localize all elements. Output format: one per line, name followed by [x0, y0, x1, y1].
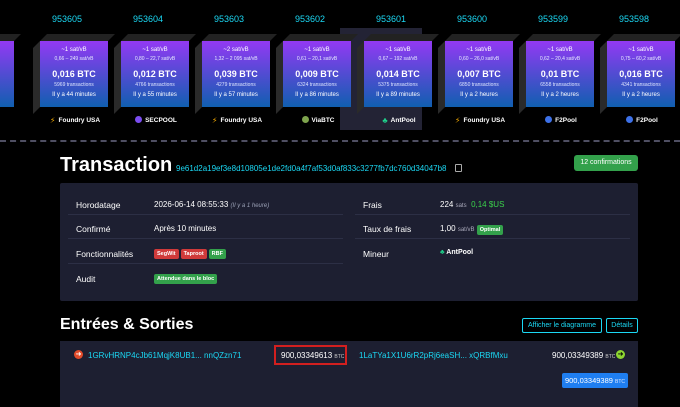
- fee-label: Frais: [363, 200, 382, 210]
- timestamp-value: 2026-06-14 08:55:33 (Il y a 1 heure): [154, 200, 270, 209]
- total-amount-button[interactable]: 900,03349389 BTC: [562, 373, 628, 388]
- block-953600[interactable]: 953600 ~1 sat/vB 0,60 – 26,0 sat/vB 0,00…: [427, 0, 520, 132]
- optimal-badge: Optimal: [476, 225, 504, 235]
- segwit-tag[interactable]: SegWit: [154, 249, 179, 259]
- input-amount: 900,03349613 BTC: [281, 351, 345, 360]
- details-button[interactable]: Détails: [606, 318, 638, 333]
- bolt-icon: ⚡: [211, 116, 218, 125]
- bolt-icon: ⚡: [49, 116, 56, 125]
- block-953603[interactable]: 953603 ~2 sat/vB 1,32 – 2 095 sat/vB 0,0…: [184, 0, 277, 132]
- block-height[interactable]: 953598: [589, 14, 679, 24]
- block-height[interactable]: 953601: [346, 14, 436, 24]
- antpool-icon: ♣: [382, 116, 388, 125]
- block-953602[interactable]: 953602 ~1 sat/vB 0,61 – 20,1 sat/vB 0,00…: [265, 0, 358, 132]
- audit-label: Audit: [76, 274, 96, 284]
- blocks-strip: 953605 ~1 sat/vB 0,66 – 249 sat/vB 0,016…: [0, 0, 680, 132]
- block-height[interactable]: 953602: [265, 14, 355, 24]
- confirmed-value: Après 10 minutes: [154, 224, 217, 233]
- block-height[interactable]: 953600: [427, 14, 517, 24]
- secpool-icon: [135, 116, 143, 123]
- input-arrow-icon[interactable]: ➜: [74, 350, 83, 359]
- antpool-icon: ♣: [440, 249, 445, 256]
- page-title: Transaction: [60, 154, 173, 176]
- block-height[interactable]: 953603: [184, 14, 274, 24]
- block-height[interactable]: 953604: [103, 14, 193, 24]
- miner-value[interactable]: ♣ AntPool: [440, 249, 473, 256]
- inputs-outputs-title: Entrées & Sorties: [60, 316, 194, 333]
- block-953599[interactable]: 953599 ~1 sat/vB 0,62 – 20,4 sat/vB 0,01…: [508, 0, 601, 132]
- f2pool-icon: [626, 116, 634, 123]
- input-address-link[interactable]: 1GRvHRNP4cJb61MqjK8UB1... nnQZzn71: [88, 351, 241, 360]
- block-953604[interactable]: 953604 ~1 sat/vB 0,80 – 22,7 sat/vB 0,01…: [103, 0, 196, 132]
- miner-label: Mineur: [363, 249, 389, 259]
- block-953605[interactable]: 953605 ~1 sat/vB 0,66 – 249 sat/vB 0,016…: [22, 0, 115, 132]
- output-arrow-icon[interactable]: ➜: [616, 350, 625, 359]
- inputs-outputs-card: ➜ 1GRvHRNP4cJb61MqjK8UB1... nnQZzn71 900…: [60, 341, 638, 407]
- fee-value: 224 sats 0,14 $US: [440, 200, 505, 209]
- block-953598[interactable]: 953598 ~1 sat/vB 0,75 – 60,2 sat/vB 0,01…: [589, 0, 680, 132]
- pool-label: F2Pool: [597, 116, 680, 124]
- features-tags: SegWit Taproot RBF: [154, 248, 228, 259]
- features-label: Fonctionnalités: [76, 249, 134, 259]
- block-height[interactable]: 953605: [22, 14, 112, 24]
- f2pool-icon: [545, 116, 553, 123]
- block-953601[interactable]: 953601 ~1 sat/vB 0,67 – 192 sat/vB 0,014…: [346, 0, 439, 132]
- output-amount: 900,03349389 BTC: [552, 351, 616, 360]
- confirmations-badge: 12 confirmations: [574, 155, 638, 171]
- transaction-hash-link[interactable]: 9e61d2a19ef3e8d10805e1de2fd0a4f7af53d0af…: [176, 164, 447, 173]
- viabtc-icon: [301, 116, 309, 123]
- block-height[interactable]: 953599: [508, 14, 598, 24]
- confirmed-label: Confirmé: [76, 224, 111, 234]
- copy-icon[interactable]: [455, 164, 462, 172]
- details-card: Horodatage 2026-06-14 08:55:33 (Il y a 1…: [60, 183, 638, 301]
- timestamp-label: Horodatage: [76, 200, 121, 210]
- fee-rate-value: 1,00 sat/vB Optimal: [440, 224, 505, 235]
- divider: [0, 140, 680, 142]
- show-diagram-button[interactable]: Afficher le diagramme: [522, 318, 602, 333]
- fee-rate-label: Taux de frais: [363, 224, 412, 234]
- bolt-icon: ⚡: [454, 116, 461, 125]
- rbf-tag[interactable]: RBF: [208, 249, 226, 259]
- taproot-tag[interactable]: Taproot: [180, 249, 207, 259]
- block-partial-left[interactable]: [0, 0, 21, 132]
- audit-value: Attendue dans le bloc: [154, 273, 219, 284]
- output-address-link[interactable]: 1LaTYa1X1U6rR2pRj6eaSH... xQRBfMxu: [359, 351, 508, 360]
